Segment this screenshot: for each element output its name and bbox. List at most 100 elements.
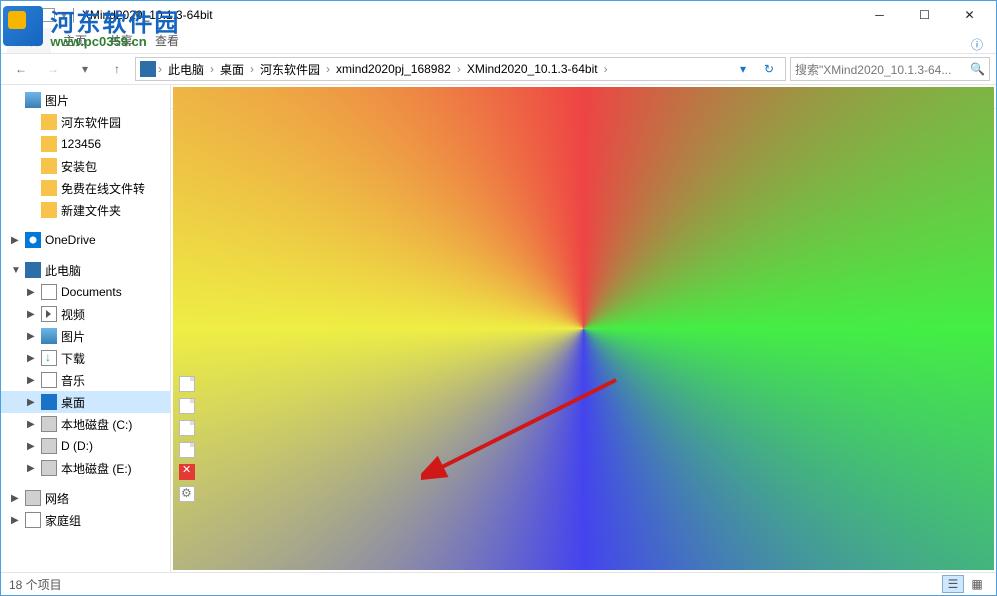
file-icon [179,486,195,502]
ribbon-tab-home[interactable]: 主页 [53,28,97,53]
tree-node[interactable]: ▶ 网络 [1,487,170,509]
crumb-folder-1[interactable]: 河东软件园 [256,61,324,78]
file-icon [179,376,195,392]
ribbon-tab-file[interactable]: 文件 [7,28,51,53]
tree-node[interactable]: ▶音乐 [1,369,170,391]
tree-item-label: Documents [61,285,122,299]
address-bar[interactable]: › 此电脑 › 桌面 › 河东软件园 › xmind2020pj_168982 … [135,57,786,81]
up-button[interactable]: ↑ [103,56,131,82]
forward-button[interactable]: → [39,56,67,82]
file-icon [179,398,195,414]
tree-item-icon [25,262,41,278]
tree-item-icon [41,136,57,152]
tree-item-icon [41,158,57,174]
tree-item-icon [41,114,57,130]
tree-item-icon [41,328,57,344]
tree-node[interactable]: 免费在线文件转 [1,177,170,199]
breadcrumb-sep: › [158,62,162,76]
tree-item-label: 图片 [45,92,69,109]
file-row[interactable]: LICENSES.chromium.html2020-05-09 13:4336… [171,351,996,373]
tree-item-label: 安装包 [61,158,97,175]
view-details-button[interactable]: ☰ [942,575,964,593]
title-bar: ▾ │ XMind2020_10.1.3-64bit ─ ☐ ✕ [1,1,996,29]
tree-node[interactable]: 新建文件夹 [1,199,170,221]
qat-btn-1[interactable] [25,8,39,22]
ribbon-tab-view[interactable]: 查看 [145,28,189,53]
tree-caret-icon[interactable]: ▶ [11,515,21,526]
tree-caret-icon[interactable]: ▼ [11,265,21,276]
tree-node[interactable]: ▼ 此电脑 [1,259,170,281]
tree-caret-icon[interactable]: ▶ [27,309,37,320]
tree-node[interactable]: ▶图片 [1,325,170,347]
tree-item-label: 视频 [61,306,85,323]
tree-item-label: 本地磁盘 (C:) [61,416,132,433]
close-button[interactable]: ✕ [947,1,992,29]
ribbon-tab-share[interactable]: 共享 [99,28,143,53]
tree-caret-icon[interactable]: ▶ [11,493,21,504]
crumb-desktop[interactable]: 桌面 [216,61,248,78]
tree-caret-icon[interactable]: ▶ [27,331,37,342]
tree-node[interactable]: 安装包 [1,155,170,177]
tree-node[interactable]: ▶ 视频 [1,303,170,325]
tree-item-icon [41,202,57,218]
navigation-bar: ← → ▾ ↑ › 此电脑 › 桌面 › 河东软件园 › xmind2020pj… [1,53,996,85]
tree-item-icon [41,460,57,476]
tree-item-label: OneDrive [45,233,96,247]
address-dropdown-icon[interactable]: ▾ [731,62,755,76]
qat-btn-2[interactable] [41,8,55,22]
tree-node [1,479,170,487]
tree-item-label: 家庭组 [45,512,81,529]
qat-divider: ▾ │ [61,8,78,22]
status-bar: 18 个项目 ☰ ▦ [1,572,996,595]
tree-node[interactable]: 图片 [1,89,170,111]
tree-caret-icon[interactable]: ▶ [27,353,37,364]
crumb-pc[interactable]: 此电脑 [164,61,208,78]
search-box[interactable]: 搜索"XMind2020_10.1.3-64... 🔍 [790,57,990,81]
tree-caret-icon[interactable]: ▶ [27,463,37,474]
tree-node[interactable]: ▶ 下载 [1,347,170,369]
tree-node[interactable]: ▶桌面 [1,391,170,413]
tree-item-icon [25,512,41,528]
tree-item-label: 本地磁盘 (E:) [61,460,132,477]
tree-node[interactable]: ▶ OneDrive [1,229,170,251]
file-icon [179,354,195,370]
tree-node[interactable]: ▶ D (D:) [1,435,170,457]
minimize-button[interactable]: ─ [857,1,902,29]
file-icon [179,442,195,458]
address-root-icon [140,61,156,77]
file-list-pane: 名称 修改日期 类型 大小 locales2020-05-09 13:43文件夹… [171,85,996,572]
tree-caret-icon[interactable]: ▶ [27,397,37,408]
tree-node[interactable]: ▶ 本地磁盘 (C:) [1,413,170,435]
tree-node[interactable]: 123456 [1,133,170,155]
tree-node[interactable]: ▶ 家庭组 [1,509,170,531]
tree-node[interactable]: 河东软件园 [1,111,170,133]
tree-item-icon [25,490,41,506]
tree-item-label: 下载 [61,350,85,367]
ribbon-expand-button[interactable]: ⓘ [966,36,996,53]
history-dropdown[interactable]: ▾ [71,56,99,82]
tree-item-label: 河东软件园 [61,114,121,131]
tree-caret-icon[interactable]: ▶ [27,441,37,452]
tree-node [1,221,170,229]
maximize-button[interactable]: ☐ [902,1,947,29]
tree-item-icon [41,306,57,322]
tree-caret-icon[interactable]: ▶ [11,235,21,246]
crumb-folder-2[interactable]: xmind2020pj_168982 [332,62,455,76]
tree-caret-icon[interactable]: ▶ [27,287,37,298]
tree-item-label: 此电脑 [45,262,81,279]
tree-item-label: D (D:) [61,439,93,453]
tree-node[interactable]: ▶ Documents [1,281,170,303]
tree-item-icon [41,438,57,454]
tree-item-label: 123456 [61,137,101,151]
tree-caret-icon[interactable]: ▶ [27,375,37,386]
tree-node[interactable]: ▶ 本地磁盘 (E:) [1,457,170,479]
crumb-folder-3[interactable]: XMind2020_10.1.3-64bit [463,62,602,76]
tree-item-label: 网络 [45,490,69,507]
navigation-tree[interactable]: 图片河东软件园 123456 安装包免费在线文件转新建文件夹 ▶ OneDrive ▼ 此电… [1,85,171,572]
refresh-button[interactable]: ↻ [757,62,781,76]
tree-item-icon [41,394,57,410]
tree-caret-icon[interactable]: ▶ [27,419,37,430]
view-icons-button[interactable]: ▦ [966,575,988,593]
back-button[interactable]: ← [7,56,35,82]
quick-access-toolbar [25,8,55,22]
